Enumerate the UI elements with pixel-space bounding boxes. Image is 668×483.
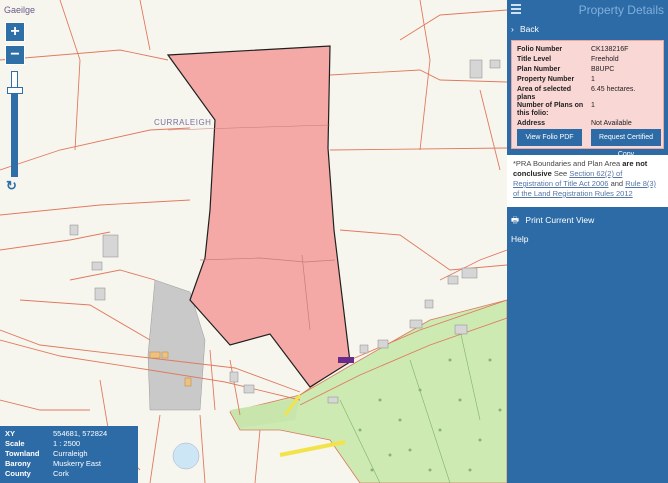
info-row-townland: Townland Curraleigh [3, 448, 109, 458]
print-button[interactable]: 🖶 Print Current View [511, 215, 594, 229]
info-key: County [5, 468, 31, 478]
field-row: Title Level Freehold [517, 56, 635, 66]
info-key: XY [5, 428, 16, 438]
info-key: Scale [5, 438, 25, 448]
minor-road [279, 440, 346, 457]
field-key: Title Level [517, 56, 552, 63]
disclaimer-notice: *PRA Boundaries and Plan Area are not co… [507, 155, 668, 207]
field-row: Plan Number B8UPC [517, 66, 635, 76]
info-value: Muskerry East [53, 458, 101, 468]
info-value: 554681, 572824 [53, 428, 108, 438]
help-link[interactable]: Help [511, 234, 528, 244]
info-row-barony: Barony Muskerry East [3, 458, 109, 468]
map-canvas[interactable] [0, 0, 507, 483]
field-value: 1 [591, 102, 595, 109]
info-value: 1 : 2500 [53, 438, 81, 448]
printer-icon: 🖶 [511, 215, 520, 225]
water-body [172, 442, 200, 470]
menu-icon[interactable] [511, 4, 521, 16]
notice-prefix: *PRA Boundaries and Plan Area [513, 159, 621, 168]
zoom-in-button[interactable]: + [5, 22, 25, 42]
map-view[interactable]: Gaeilge + − ↻ CURRALEIGH XY 554681, 57282… [0, 0, 507, 483]
field-row: Property Number 1 [517, 76, 635, 86]
info-row-scale: Scale 1 : 2500 [3, 438, 109, 448]
townland-label: CURRALEIGH [154, 118, 212, 127]
refresh-icon[interactable]: ↻ [6, 178, 17, 194]
print-label: Print Current View [525, 215, 595, 225]
info-value: Cork [53, 468, 69, 478]
field-value: Freehold [591, 56, 619, 63]
info-row-xy: XY 554681, 572824 [3, 428, 109, 438]
view-folio-button[interactable]: View Folio PDF [517, 129, 582, 146]
info-row-county: County Cork [3, 468, 109, 478]
field-value: CK138216F [591, 46, 629, 53]
zoom-slider-fill [12, 90, 17, 176]
back-button[interactable]: › Back [507, 22, 668, 38]
info-value: Curraleigh [53, 448, 88, 458]
back-label: Back [520, 24, 539, 34]
notice-see: See [553, 169, 568, 178]
field-value: 1 [591, 76, 595, 83]
field-key: Area of selected plans [517, 86, 572, 101]
property-details-card: Folio Number CK138216F Title Level Freehol… [511, 40, 664, 158]
panel-title: Property Details [578, 3, 664, 17]
field-value: 6.45 hectares. [591, 86, 636, 93]
field-key: Number of Plans on this folio: [517, 102, 584, 117]
zoom-out-button[interactable]: − [5, 45, 25, 65]
field-row: Area of selected plans 6.45 hectares. [517, 86, 635, 102]
field-key: Folio Number [517, 46, 563, 53]
request-copy-button[interactable]: Request Certified Copy [591, 129, 661, 158]
field-key: Plan Number [517, 66, 561, 73]
language-link[interactable]: Gaeilge [4, 5, 35, 15]
info-key: Townland [5, 448, 40, 458]
notice-and: and [610, 179, 624, 188]
property-marker[interactable] [338, 357, 354, 363]
zoom-slider-handle[interactable] [7, 86, 23, 94]
chevron-right-icon: › [511, 24, 514, 34]
info-key: Barony [5, 458, 31, 468]
panel-header: Property Details [507, 0, 668, 20]
property-panel: Property Details › Back Folio Number CK13… [507, 0, 668, 483]
field-key: Property Number [517, 76, 575, 83]
field-value: B8UPC [591, 66, 615, 73]
map-info-box: XY 554681, 572824 Scale 1 : 2500 Townland C… [0, 426, 138, 483]
field-row: Number of Plans on this folio: 1 [517, 102, 635, 120]
field-row: Folio Number CK138216F [517, 46, 635, 56]
